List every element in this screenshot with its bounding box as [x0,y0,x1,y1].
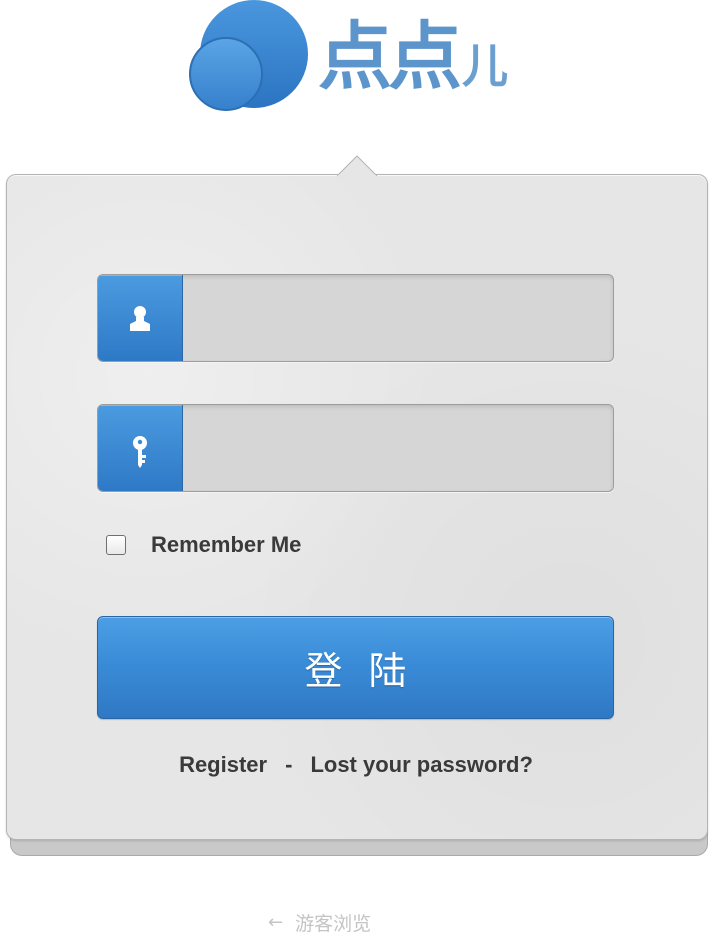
register-link[interactable]: Register [179,752,267,777]
login-button-label[interactable]: 登陆 [278,640,432,695]
remember-me[interactable]: Remember Me [106,532,301,558]
lost-password-link[interactable]: Lost your password? [310,752,532,777]
user-icon [130,306,150,331]
card-pointer-notch [337,155,377,177]
username-input[interactable] [184,275,613,361]
password-input[interactable] [184,405,613,491]
login-page: 点点儿 Remember Me 登陆 Register - Lost your … [0,0,712,936]
logo-text: 点点儿 [318,12,508,111]
remember-me-checkbox[interactable] [106,535,126,555]
password-icon-box [98,405,183,491]
password-field [97,404,614,492]
key-icon [133,436,147,468]
login-button[interactable]: 登陆 [97,616,614,719]
back-arrow-icon: ← [268,911,284,933]
logo: 点点儿 [0,0,712,120]
username-field [97,274,614,362]
account-links: Register - Lost your password? [0,752,712,778]
logo-circles-icon [189,0,308,111]
logo-main-text: 点点 [318,14,462,100]
links-separator: - [285,752,293,777]
guest-browse-label[interactable]: 游客浏览 [295,909,371,936]
logo-suffix-text: 儿 [462,39,508,93]
remember-me-label[interactable]: Remember Me [151,532,301,558]
guest-browse-link[interactable]: ← 游客浏览 [268,908,371,936]
username-icon-box [98,275,183,361]
